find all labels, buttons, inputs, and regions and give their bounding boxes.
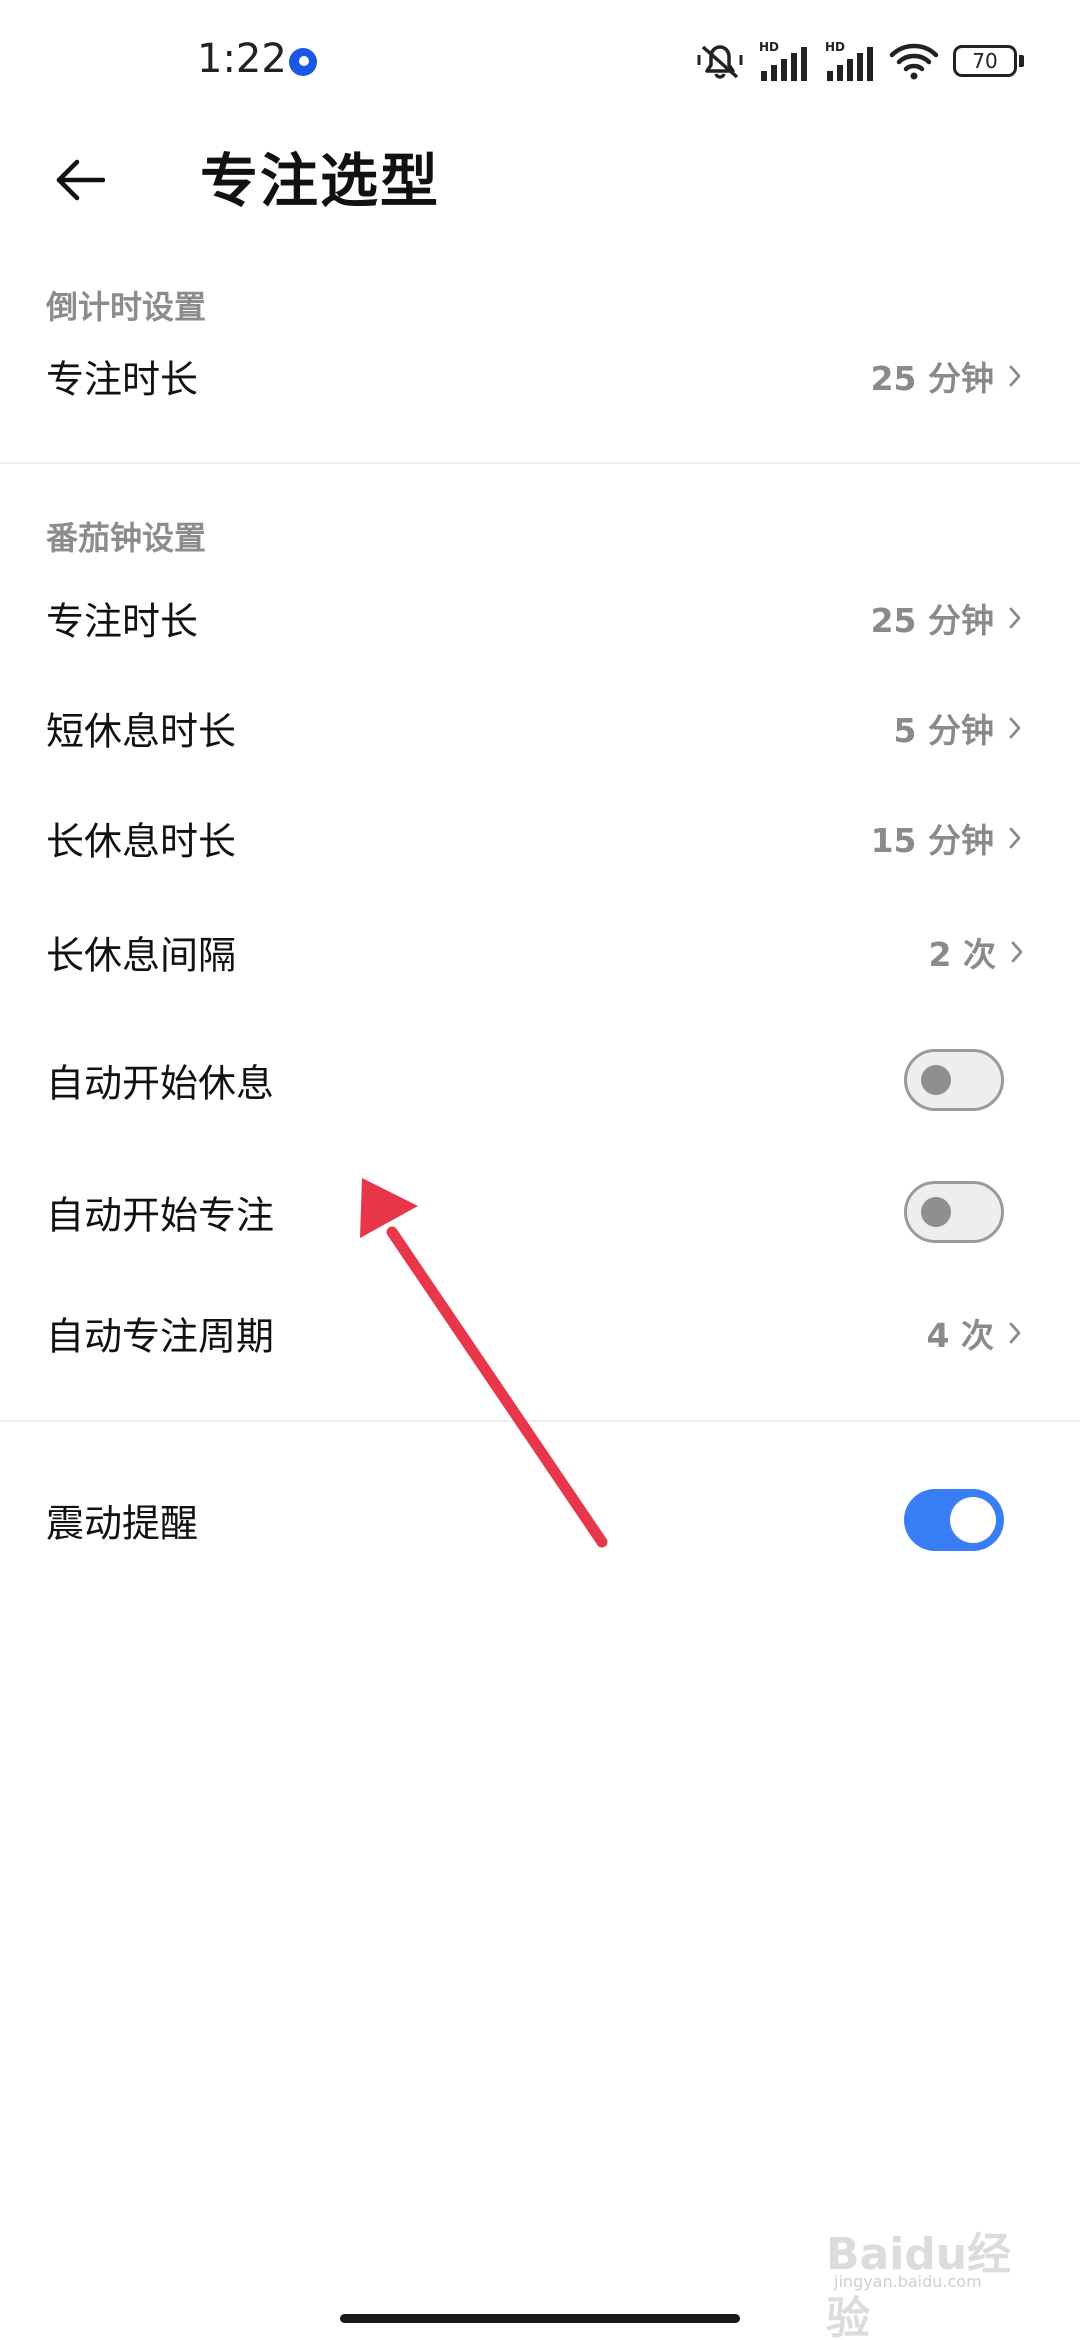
battery-tip	[1019, 55, 1024, 67]
battery-icon: 70	[953, 45, 1024, 77]
wifi-icon	[889, 43, 939, 80]
app-notification-icon	[289, 48, 317, 76]
row-label: 长休息时长	[46, 819, 237, 864]
hd-badge: HD	[825, 40, 845, 54]
chevron-right-icon	[1011, 941, 1023, 963]
status-bar: 1:22 HD HD 70	[0, 0, 1080, 124]
row-label: 自动开始休息	[46, 1061, 275, 1106]
section-divider	[0, 462, 1080, 464]
chevron-right-icon	[1009, 607, 1021, 629]
status-icons: HD HD 70	[697, 36, 1024, 86]
signal-icon: HD	[825, 40, 873, 81]
row-value: 5 分钟	[893, 711, 994, 750]
row-label: 短休息时长	[46, 709, 237, 754]
countdown-focus-duration-row[interactable]: 专注时长 25 分钟	[0, 328, 1080, 424]
pomodoro-section-label: 番茄钟设置	[46, 519, 207, 557]
mute-icon	[697, 45, 743, 79]
back-button[interactable]	[44, 144, 116, 216]
toggle-knob	[950, 1497, 996, 1543]
chevron-right-icon	[1009, 717, 1021, 739]
row-label: 专注时长	[46, 599, 199, 644]
auto-start-break-row: 自动开始休息	[0, 1030, 1080, 1130]
row-value: 2 次	[928, 935, 996, 974]
row-value-group: 25 分钟	[871, 352, 1022, 400]
row-label: 自动专注周期	[46, 1314, 275, 1359]
auto-start-break-toggle[interactable]	[904, 1049, 1004, 1111]
long-break-interval-row[interactable]: 长休息间隔 2 次	[0, 904, 1080, 1000]
signal-icon: HD	[759, 40, 807, 81]
auto-focus-cycle-row[interactable]: 自动专注周期 4 次	[0, 1285, 1080, 1381]
status-time: 1:22	[197, 36, 287, 82]
hd-badge: HD	[759, 40, 779, 54]
auto-start-focus-row: 自动开始专注	[0, 1162, 1080, 1262]
row-value: 15 分钟	[870, 821, 994, 860]
watermark-subtext: jingyan.baidu.com	[834, 2272, 982, 2291]
auto-start-focus-toggle[interactable]	[904, 1181, 1004, 1243]
pomodoro-focus-duration-row[interactable]: 专注时长 25 分钟	[0, 570, 1080, 666]
short-break-duration-row[interactable]: 短休息时长 5 分钟	[0, 680, 1080, 776]
row-value-group: 15 分钟	[871, 814, 1022, 862]
chevron-right-icon	[1009, 365, 1021, 387]
row-label: 专注时长	[46, 357, 199, 402]
battery-level: 70	[953, 45, 1017, 77]
long-break-duration-row[interactable]: 长休息时长 15 分钟	[0, 790, 1080, 886]
row-value-group: 25 分钟	[871, 594, 1022, 642]
vibration-reminder-toggle[interactable]	[904, 1489, 1004, 1551]
baidu-jingyan-watermark: Baidu经验 jingyan.baidu.com	[826, 2210, 1036, 2340]
app-header: 专注选型	[0, 124, 1080, 224]
row-value: 4 次	[926, 1316, 994, 1355]
row-value: 25 分钟	[870, 601, 994, 640]
row-label: 震动提醒	[46, 1501, 199, 1546]
row-value: 25 分钟	[870, 359, 994, 398]
row-value-group: 5 分钟	[894, 704, 1022, 752]
row-label: 长休息间隔	[46, 933, 237, 978]
section-divider	[0, 1420, 1080, 1422]
row-value-group: 2 次	[929, 928, 1024, 976]
page-title: 专注选型	[200, 147, 441, 215]
row-label: 自动开始专注	[46, 1193, 275, 1238]
countdown-section-label: 倒计时设置	[46, 288, 207, 326]
focus-type-settings-screen: 1:22 HD HD 70 专注选型 倒计时设置 专注时长 25 分钟 番茄钟设…	[0, 0, 1080, 2340]
chevron-right-icon	[1009, 827, 1021, 849]
toggle-knob	[921, 1065, 951, 1095]
toggle-knob	[921, 1197, 951, 1227]
arrow-left-icon	[56, 159, 105, 201]
row-value-group: 4 次	[927, 1309, 1022, 1357]
home-indicator[interactable]	[340, 2314, 740, 2323]
vibration-reminder-row: 震动提醒	[0, 1470, 1080, 1570]
chevron-right-icon	[1009, 1322, 1021, 1344]
